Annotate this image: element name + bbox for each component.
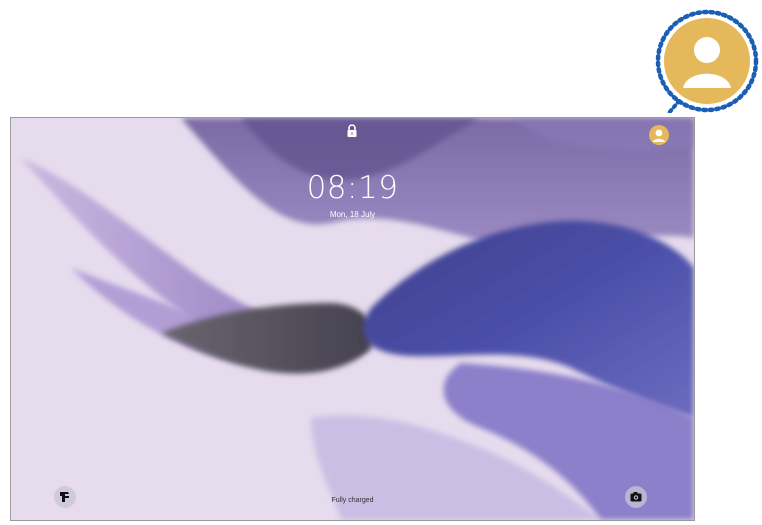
user-profile-button[interactable] xyxy=(649,125,669,145)
camera-shortcut-button[interactable] xyxy=(625,486,647,508)
clock-date: Mon, 18 July xyxy=(329,210,376,219)
user-profile-icon xyxy=(652,129,666,142)
charging-status: Fully charged xyxy=(331,497,374,504)
lock-icon xyxy=(347,124,357,137)
profile-callout-highlight xyxy=(655,9,759,113)
camera-icon xyxy=(630,492,642,502)
tablet-lock-screen: 08:19 Mon, 18 July Fully charged xyxy=(10,117,695,521)
clock-time: 08:19 xyxy=(306,170,399,206)
